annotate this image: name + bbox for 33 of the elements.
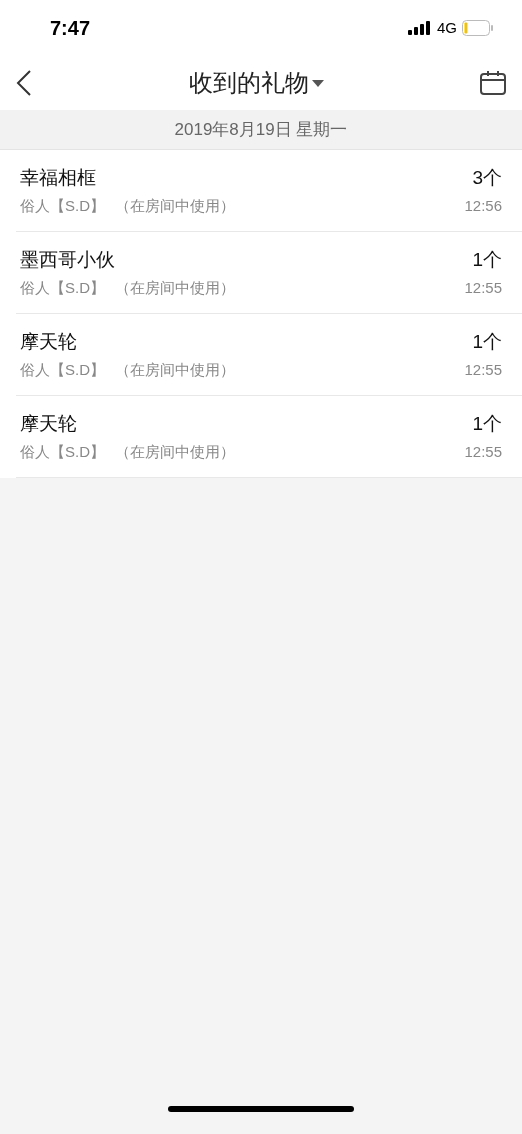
gift-count: 3个 <box>472 166 502 190</box>
status-time: 7:47 <box>50 16 91 41</box>
gift-row[interactable]: 摩天轮 俗人【S.D】 （在房间中使用） 1个 12:55 <box>16 314 522 396</box>
usage-note: （在房间中使用） <box>115 277 235 298</box>
caret-icon <box>311 79 324 87</box>
gift-time: 12:55 <box>464 277 502 298</box>
gift-name: 摩天轮 <box>20 330 78 354</box>
usage-note: （在房间中使用） <box>115 195 235 216</box>
gift-count: 1个 <box>472 412 502 436</box>
gift-time: 12:56 <box>464 195 502 216</box>
gift-name: 幸福相框 <box>20 166 97 190</box>
gift-time: 12:55 <box>464 441 502 462</box>
calendar-icon[interactable] <box>480 71 506 95</box>
title-dropdown[interactable]: 收到的礼物 <box>188 65 324 101</box>
gift-name: 摩天轮 <box>20 412 78 436</box>
gift-row[interactable]: 墨西哥小伙 俗人【S.D】 （在房间中使用） 1个 12:55 <box>16 232 522 314</box>
date-header: 2019年8月19日 星期一 <box>174 118 348 141</box>
gift-name: 墨西哥小伙 <box>20 248 116 272</box>
sender-name: 俗人【S.D】 <box>20 277 105 298</box>
gift-row[interactable]: 幸福相框 俗人【S.D】 （在房间中使用） 3个 12:56 <box>16 150 522 232</box>
sender-name: 俗人【S.D】 <box>20 359 105 380</box>
gift-row[interactable]: 摩天轮 俗人【S.D】 （在房间中使用） 1个 12:55 <box>16 396 522 478</box>
usage-note: （在房间中使用） <box>115 441 235 462</box>
gift-time: 12:55 <box>464 359 502 380</box>
back-icon[interactable] <box>16 70 32 96</box>
gift-count: 1个 <box>472 248 502 272</box>
network-label: 4G <box>437 17 457 38</box>
sender-name: 俗人【S.D】 <box>20 195 105 216</box>
gift-count: 1个 <box>472 330 502 354</box>
usage-note: （在房间中使用） <box>115 359 235 380</box>
signal-icon <box>408 21 432 35</box>
battery-icon <box>462 20 494 36</box>
sender-name: 俗人【S.D】 <box>20 441 105 462</box>
